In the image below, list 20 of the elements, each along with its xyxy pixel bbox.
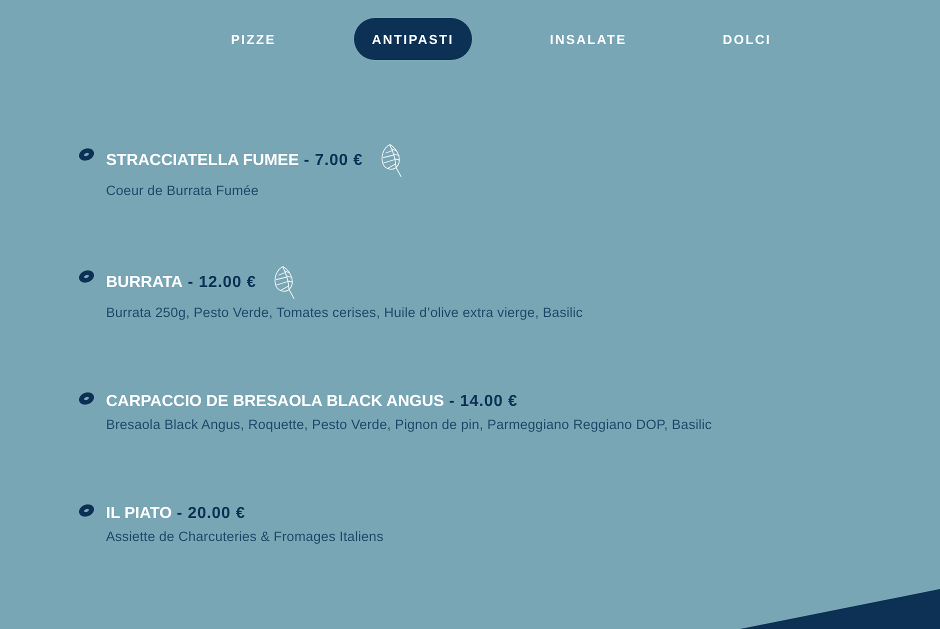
menu-tab[interactable]: ANTIPASTI [354,18,472,60]
dish-name: BURRATA [106,274,183,290]
dish-description: Bresaola Black Angus, Roquette, Pesto Verde, Pignon de pin, Parmeggiano Reggiano DOP, Basilic [106,417,712,433]
ring-icon [78,390,95,406]
dish-price: - 7.00 € [304,152,363,168]
menu-tab[interactable]: INSALATE [532,18,645,60]
dish-price: - 12.00 € [188,274,256,290]
dish-description: Coeur de Burrata Fumée [106,183,259,199]
ring-icon [78,147,95,162]
dish-name: CARPACCIO DE BRESAOLA BLACK ANGUS [106,393,444,410]
dish-price: - 20.00 € [176,505,246,522]
dish-description: Burrata 250g, Pesto Verde, Tomates cerises, Huile d’olive extra vierge, Basilic [106,305,583,321]
dish-name: STRACCIATELLA FUMEE [106,152,299,168]
menu-tab[interactable]: PIZZE [213,18,294,60]
dish-price: - 14.00 € [449,393,518,410]
ring-icon [78,502,95,518]
dish-description: Assiette de Charcuteries & Fromages Italiens [106,529,384,545]
ring-icon [78,269,95,284]
dish-name: IL PIATO [106,505,172,522]
menu-tab[interactable]: DOLCI [704,18,790,60]
